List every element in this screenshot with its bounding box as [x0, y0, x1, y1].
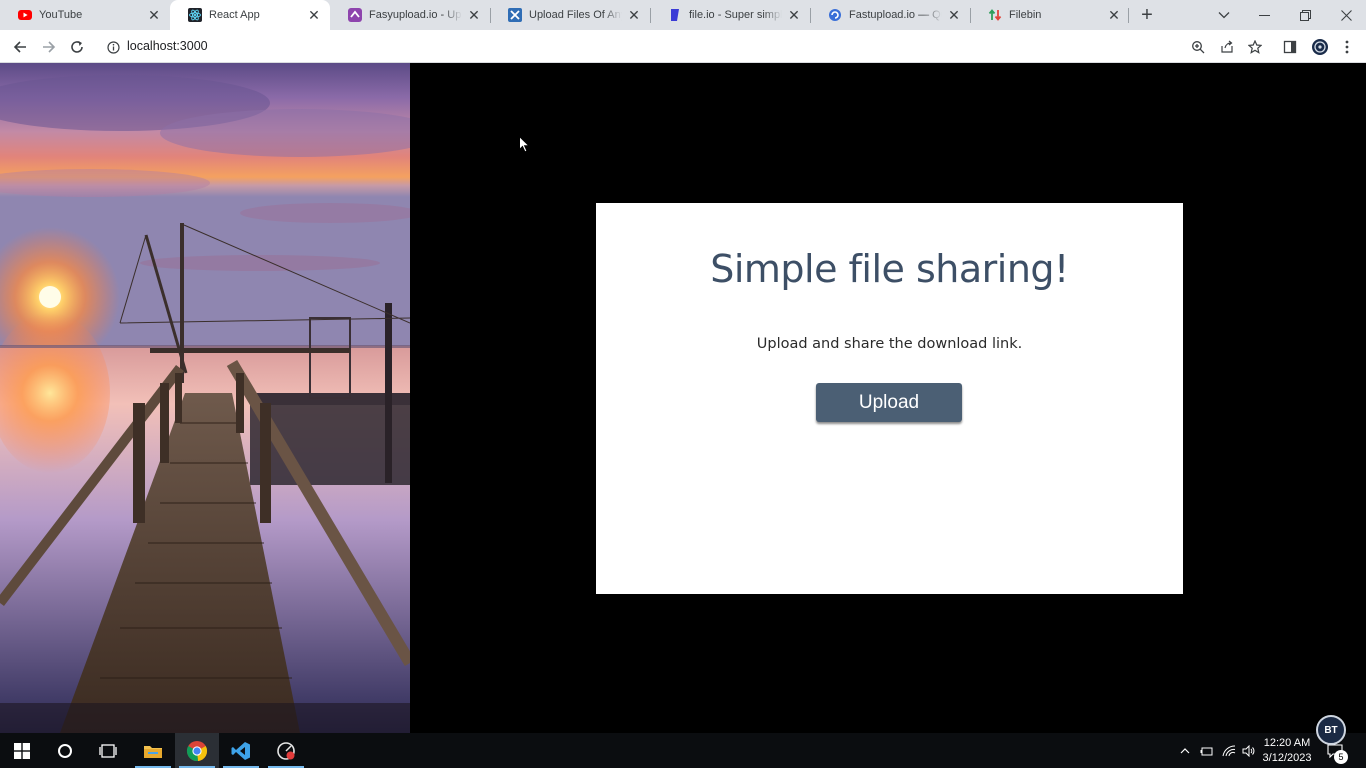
chrome-icon [186, 740, 208, 761]
start-button[interactable] [0, 733, 44, 768]
close-tab-icon[interactable]: ✕ [626, 7, 642, 23]
network-button[interactable] [1219, 733, 1239, 768]
tab-upload-files[interactable]: Upload Files Of Any Size ✕ [490, 0, 650, 30]
upload-files-icon [508, 8, 522, 22]
upload-button[interactable]: Upload [816, 383, 962, 422]
restore-icon [1299, 9, 1311, 21]
minimize-button[interactable] [1244, 0, 1284, 30]
upload-card: Simple file sharing! Upload and share th… [596, 203, 1183, 594]
folder-icon [144, 745, 162, 758]
tab-separator [1128, 8, 1129, 23]
close-tab-icon[interactable]: ✕ [786, 7, 802, 23]
browser-menu-button[interactable] [1335, 35, 1359, 59]
share-button[interactable] [1215, 35, 1239, 59]
clock-date: 3/12/2023 [1262, 752, 1312, 764]
screen-recorder-button[interactable] [264, 733, 308, 768]
page-content: Simple file sharing! Upload and share th… [0, 63, 1366, 733]
vscode-icon [231, 741, 250, 760]
search-icon [58, 743, 72, 758]
battery-button[interactable] [1197, 733, 1217, 768]
chevron-up-icon [1180, 747, 1190, 753]
tab-title: Fastupload.io — Quick [849, 9, 942, 21]
close-tab-icon[interactable]: ✕ [1106, 7, 1122, 23]
reload-button[interactable] [65, 35, 89, 59]
zoom-icon [1192, 41, 1205, 54]
browser-toolbar: localhost:3000 [0, 30, 1366, 63]
tab-search-button[interactable] [1204, 0, 1244, 30]
file-explorer-button[interactable] [131, 733, 175, 768]
show-hidden-icons-button[interactable] [1176, 733, 1194, 768]
reload-icon [71, 41, 83, 53]
profile-initials: BT [1324, 724, 1338, 736]
tab-title: Upload Files Of Any Size [529, 9, 622, 21]
fasyupload-icon [348, 8, 362, 22]
recorder-icon [277, 741, 295, 760]
minimize-icon [1258, 14, 1270, 16]
sunset-pier-image [0, 63, 410, 733]
wifi-icon [1222, 744, 1236, 756]
bookmark-button[interactable] [1243, 35, 1267, 59]
notification-count-badge: 5 [1334, 750, 1348, 764]
vscode-button[interactable] [219, 733, 263, 768]
clock-time: 12:20 AM [1263, 737, 1311, 749]
tab-title: Fasyupload.io - Upload [369, 9, 462, 21]
avatar-icon [1312, 39, 1328, 55]
side-panel-icon [1283, 40, 1297, 54]
tab-react-app[interactable]: React App ✕ [170, 0, 330, 30]
clock[interactable]: 12:20 AM 3/12/2023 [1258, 736, 1316, 766]
arrow-left-icon [13, 41, 26, 53]
site-info-icon[interactable] [101, 35, 125, 59]
tab-title: file.io - Super simple file sharing [689, 9, 782, 21]
fileio-icon [668, 8, 682, 22]
zoom-button[interactable] [1186, 35, 1210, 59]
close-tab-icon[interactable]: ✕ [946, 7, 962, 23]
close-tab-icon[interactable]: ✕ [146, 7, 162, 23]
address-bar[interactable]: localhost:3000 [127, 39, 208, 53]
tab-title: React App [209, 9, 260, 21]
speaker-icon [1242, 744, 1255, 757]
side-panel-button[interactable] [1278, 35, 1302, 59]
forward-button[interactable] [37, 35, 61, 59]
page-title: Simple file sharing! [710, 247, 1069, 291]
tab-fileio[interactable]: file.io - Super simple file sharing ✕ [650, 0, 810, 30]
task-view-button[interactable] [86, 733, 130, 768]
share-icon [1221, 40, 1233, 53]
battery-icon [1200, 747, 1213, 755]
tab-youtube[interactable]: YouTube ✕ [0, 0, 170, 30]
profile-overlay: BT [1316, 715, 1346, 745]
close-icon [1340, 9, 1352, 21]
chevron-down-icon [1218, 12, 1230, 19]
tab-fastupload[interactable]: Fastupload.io — Quick ✕ [810, 0, 970, 30]
taskbar: 12:20 AM 3/12/2023 5 BT [0, 715, 1366, 768]
mouse-cursor-icon [519, 135, 531, 158]
tab-title: Filebin [1009, 9, 1042, 21]
more-vert-icon [1345, 40, 1349, 54]
close-tab-icon[interactable]: ✕ [466, 7, 482, 23]
search-button[interactable] [43, 733, 87, 768]
volume-button[interactable] [1239, 733, 1259, 768]
star-icon [1248, 40, 1262, 54]
windows-icon [14, 742, 30, 759]
task-view-icon [99, 743, 117, 758]
close-tab-icon[interactable]: ✕ [306, 7, 322, 23]
tab-title: YouTube [39, 9, 83, 21]
page-subtitle: Upload and share the download link. [756, 336, 1023, 352]
chrome-button[interactable] [175, 733, 219, 768]
tab-filebin[interactable]: Filebin ✕ [970, 0, 1130, 30]
new-tab-button[interactable]: + [1137, 5, 1157, 25]
filebin-icon [988, 8, 1002, 22]
react-icon [188, 8, 202, 22]
close-window-button[interactable] [1326, 0, 1366, 30]
arrow-right-icon [43, 41, 56, 53]
fastupload-icon [828, 8, 842, 22]
profile-button[interactable] [1308, 35, 1332, 59]
back-button[interactable] [8, 35, 32, 59]
tab-strip: YouTube ✕ React App ✕ Fasyupload.io - Up… [0, 0, 1366, 30]
restore-button[interactable] [1285, 0, 1325, 30]
tab-fasyupload[interactable]: Fasyupload.io - Upload ✕ [330, 0, 490, 30]
youtube-icon [18, 8, 32, 22]
